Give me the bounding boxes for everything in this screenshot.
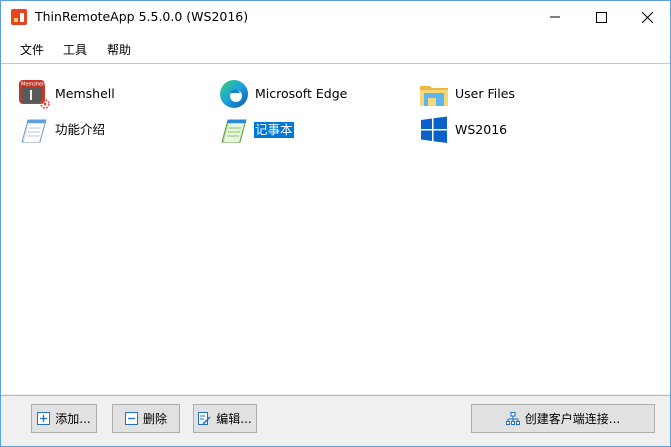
add-icon xyxy=(37,412,51,425)
app-item-ws2016[interactable]: WS2016 xyxy=(418,114,598,146)
app-label-user-files: User Files xyxy=(455,86,515,101)
delete-button-label: 删除 xyxy=(142,412,167,426)
minimize-button[interactable] xyxy=(532,1,578,33)
menu-file[interactable]: 文件 xyxy=(20,41,44,58)
app-label-feature-intro: 功能介绍 xyxy=(55,122,106,137)
app-label-memshell: Memshell xyxy=(55,86,115,101)
app-label-edge: Microsoft Edge xyxy=(255,86,348,101)
folder-icon xyxy=(420,86,448,106)
app-logo-icon xyxy=(11,9,27,25)
app-item-user-files[interactable]: User Files xyxy=(418,78,598,110)
network-icon xyxy=(505,411,520,425)
maximize-icon xyxy=(595,11,607,23)
app-item-feature-intro[interactable]: 功能介绍 xyxy=(18,114,198,146)
edge-icon xyxy=(220,80,248,108)
menu-bar: 文件 工具 帮助 xyxy=(1,33,670,64)
app-item-memshell[interactable]: Memshell Memshell xyxy=(18,78,198,110)
menu-tools[interactable]: 工具 xyxy=(63,41,87,58)
minimize-icon xyxy=(550,16,560,18)
app-item-edge[interactable]: Microsoft Edge xyxy=(218,78,398,110)
app-label-ws2016: WS2016 xyxy=(455,122,508,137)
remove-icon xyxy=(124,412,138,425)
notepad-icon xyxy=(221,119,247,143)
app-item-notepad[interactable]: 记事本 xyxy=(218,114,398,146)
menu-help[interactable]: 帮助 xyxy=(107,41,131,58)
action-bar: 添加... 删除 编辑... 创建客户端连接... xyxy=(1,395,670,446)
close-icon xyxy=(641,11,653,23)
maximize-button[interactable] xyxy=(578,1,624,33)
delete-button[interactable]: 删除 xyxy=(112,404,180,433)
edit-icon xyxy=(198,412,211,425)
app-list[interactable]: Memshell Memshell Microsoft Edge User Fi… xyxy=(1,64,670,394)
create-client-connection-label: 创建客户端连接... xyxy=(524,412,621,426)
memshell-badge-text: Memshell xyxy=(21,82,45,88)
app-window: ThinRemoteApp 5.5.0.0 (WS2016) 文件 工具 帮助 … xyxy=(0,0,671,447)
close-button[interactable] xyxy=(624,1,670,33)
edit-button-label: 编辑... xyxy=(216,412,252,426)
app-label-notepad: 记事本 xyxy=(254,122,294,138)
edit-button[interactable]: 编辑... xyxy=(193,404,257,433)
window-title: ThinRemoteApp 5.5.0.0 (WS2016) xyxy=(35,9,249,24)
title-bar[interactable]: ThinRemoteApp 5.5.0.0 (WS2016) xyxy=(1,1,670,33)
notepad-icon xyxy=(21,119,47,143)
memshell-icon: Memshell xyxy=(19,80,50,109)
windows-logo-icon xyxy=(421,116,447,143)
add-button[interactable]: 添加... xyxy=(31,404,97,433)
add-button-label: 添加... xyxy=(55,412,91,426)
create-client-connection-button[interactable]: 创建客户端连接... xyxy=(471,404,655,433)
